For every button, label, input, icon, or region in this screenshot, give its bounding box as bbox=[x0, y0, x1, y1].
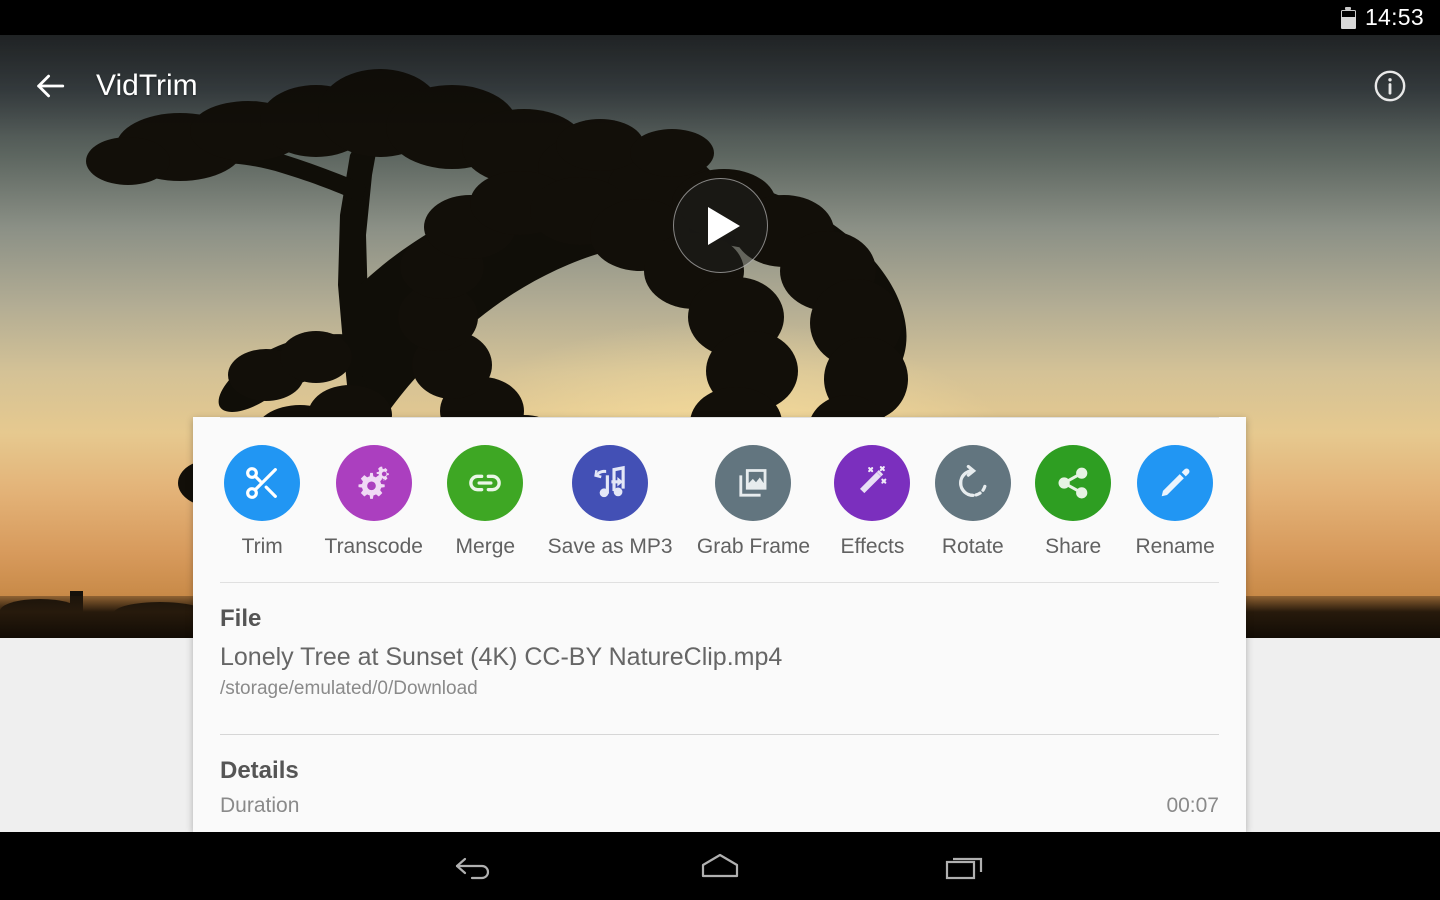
page-title: VidTrim bbox=[96, 68, 198, 102]
action-label: Grab Frame bbox=[696, 535, 811, 558]
action-label: Effects bbox=[840, 535, 905, 558]
action-save-as-mp3[interactable]: Save as MP3 bbox=[535, 445, 684, 559]
pencil-icon bbox=[1137, 445, 1214, 521]
rotate-right-icon bbox=[934, 445, 1011, 521]
battery-half-icon bbox=[1340, 6, 1356, 29]
action-label: Share bbox=[1045, 535, 1102, 558]
action-grab-frame[interactable]: Grab Frame bbox=[685, 445, 823, 559]
action-label: Rename bbox=[1135, 535, 1215, 558]
action-transcode[interactable]: Transcode bbox=[312, 445, 435, 559]
info-icon[interactable] bbox=[1362, 58, 1418, 114]
action-label: Save as MP3 bbox=[547, 535, 673, 558]
file-heading: File bbox=[220, 605, 262, 632]
file-name: Lonely Tree at Sunset (4K) CC-BY NatureC… bbox=[220, 643, 783, 671]
action-button-row: Trim Transcode Merge Save as MP3 Grab Fr… bbox=[193, 418, 1246, 559]
gears-icon bbox=[335, 445, 412, 521]
action-rotate[interactable]: Rotate bbox=[923, 445, 1023, 559]
detail-label: Duration bbox=[220, 794, 300, 818]
nav-recents-icon[interactable] bbox=[843, 851, 1088, 881]
action-trim[interactable]: Trim bbox=[212, 445, 312, 559]
details-heading: Details bbox=[220, 757, 299, 785]
nav-home-icon[interactable] bbox=[598, 851, 843, 881]
status-bar: 14:53 bbox=[0, 0, 1440, 35]
share-icon bbox=[1035, 445, 1112, 521]
android-screen: 14:53 VidTrim Trim Transcode Merge Save … bbox=[0, 0, 1440, 900]
action-label: Trim bbox=[241, 535, 283, 558]
app-bar: VidTrim bbox=[0, 35, 1440, 136]
status-bar-clock: 14:53 bbox=[1364, 4, 1424, 30]
photo-library-icon bbox=[715, 445, 792, 521]
music-note-export-icon bbox=[572, 445, 649, 521]
action-label: Transcode bbox=[324, 535, 423, 558]
action-label: Rotate bbox=[941, 535, 1004, 558]
navigation-bar bbox=[0, 832, 1440, 900]
action-merge[interactable]: Merge bbox=[435, 445, 535, 559]
file-path: /storage/emulated/0/Download bbox=[220, 678, 478, 700]
scissors-icon bbox=[224, 445, 301, 521]
arrow-back-icon[interactable] bbox=[22, 58, 78, 114]
link-icon bbox=[447, 445, 524, 521]
details-section: Details Duration 00:07 bbox=[193, 735, 1246, 818]
action-rename[interactable]: Rename bbox=[1123, 445, 1227, 559]
detail-row-duration: Duration 00:07 bbox=[220, 794, 1219, 818]
action-label: Merge bbox=[455, 535, 516, 558]
file-section: File Lonely Tree at Sunset (4K) CC-BY Na… bbox=[193, 583, 1246, 700]
play-icon[interactable] bbox=[673, 178, 768, 273]
nav-back-icon[interactable] bbox=[353, 851, 598, 881]
magic-wand-icon bbox=[834, 445, 911, 521]
action-share[interactable]: Share bbox=[1023, 445, 1123, 559]
detail-value: 00:07 bbox=[1166, 794, 1219, 818]
action-effects[interactable]: Effects bbox=[822, 445, 922, 559]
video-details-card: Trim Transcode Merge Save as MP3 Grab Fr… bbox=[193, 417, 1246, 832]
